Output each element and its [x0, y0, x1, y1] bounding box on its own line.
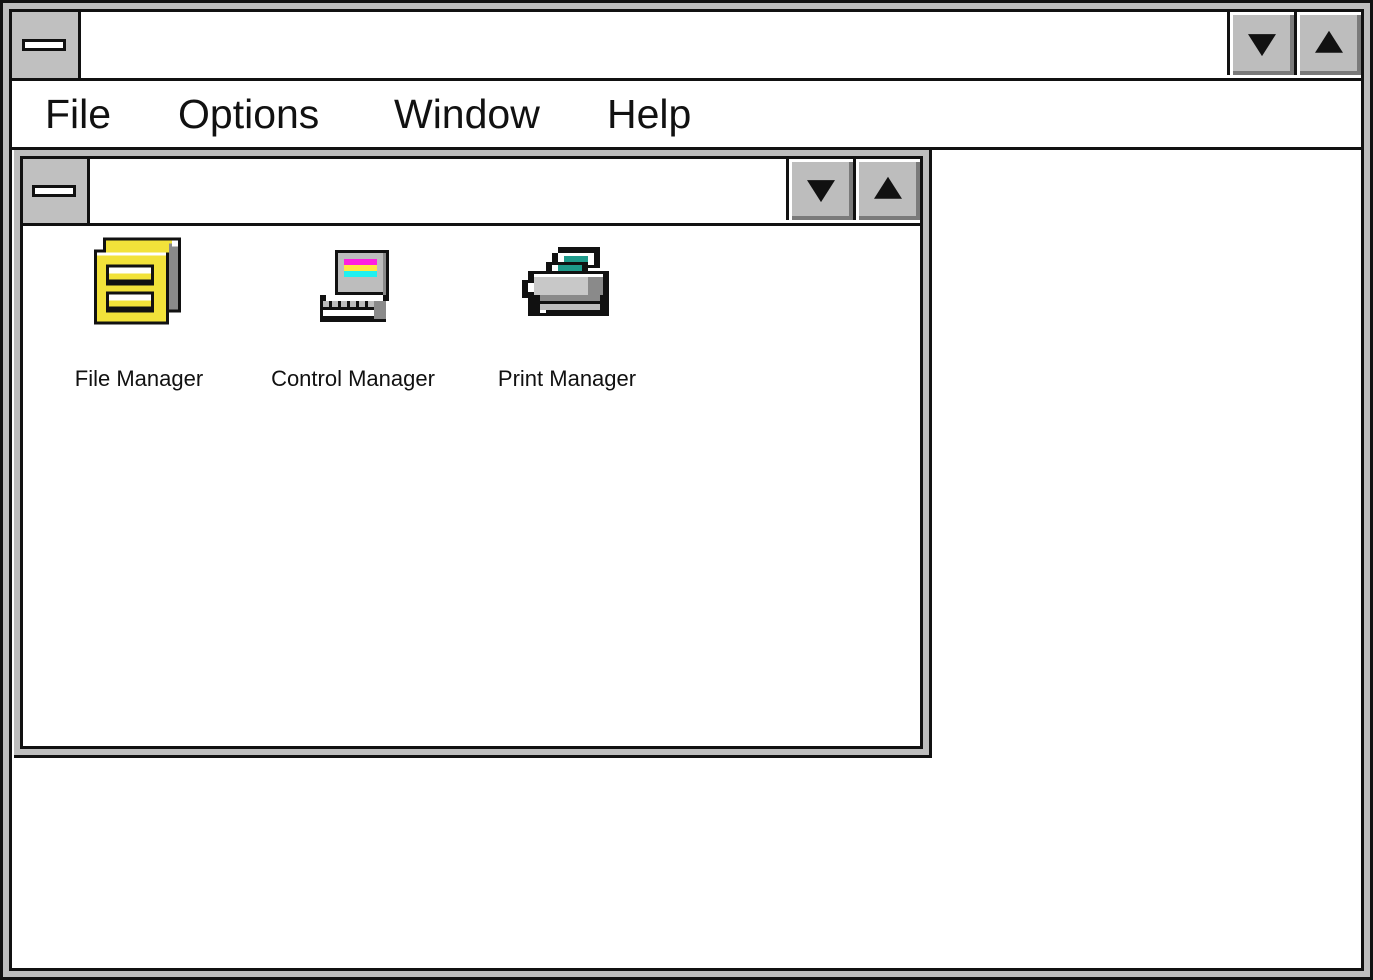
group-system-menu-button[interactable]: [23, 159, 90, 223]
system-menu-button[interactable]: [12, 12, 81, 78]
control-manager-label: Control Manager: [271, 366, 435, 391]
file-cabinet-icon: [94, 237, 181, 325]
group-window-body: File Manager Control Manager Print Manag…: [20, 156, 923, 749]
menu-window[interactable]: Window: [394, 91, 540, 138]
menu-file[interactable]: File: [45, 91, 111, 138]
file-manager-label: File Manager: [74, 366, 204, 391]
print-manager-item[interactable]: Print Manager: [477, 234, 657, 392]
system-menu-icon: [22, 39, 66, 51]
triangle-down-icon: [807, 179, 835, 202]
control-manager-item[interactable]: Control Manager: [263, 234, 443, 392]
triangle-up-icon: [1315, 30, 1343, 53]
title-bar[interactable]: [12, 12, 1361, 81]
menu-options[interactable]: Options: [178, 91, 319, 138]
print-manager-label: Print Manager: [497, 366, 637, 391]
triangle-down-icon: [1248, 33, 1276, 56]
group-title-bar[interactable]: [23, 159, 920, 226]
system-menu-icon: [32, 185, 76, 197]
printer-icon: [522, 247, 609, 316]
computer-icon: [320, 250, 389, 322]
program-manager-window: File Options Window Help File Manager Co…: [0, 0, 1373, 980]
file-manager-item[interactable]: File Manager: [49, 234, 229, 392]
window-body: File Options Window Help File Manager Co…: [9, 9, 1364, 971]
program-group-window: File Manager Control Manager Print Manag…: [14, 150, 932, 758]
triangle-up-icon: [874, 176, 902, 199]
menu-bar: File Options Window Help: [12, 81, 1361, 150]
group-maximize-button[interactable]: [853, 159, 920, 220]
minimize-button[interactable]: [1227, 12, 1294, 75]
menu-help[interactable]: Help: [607, 91, 691, 138]
maximize-button[interactable]: [1294, 12, 1361, 75]
group-minimize-button[interactable]: [786, 159, 853, 220]
